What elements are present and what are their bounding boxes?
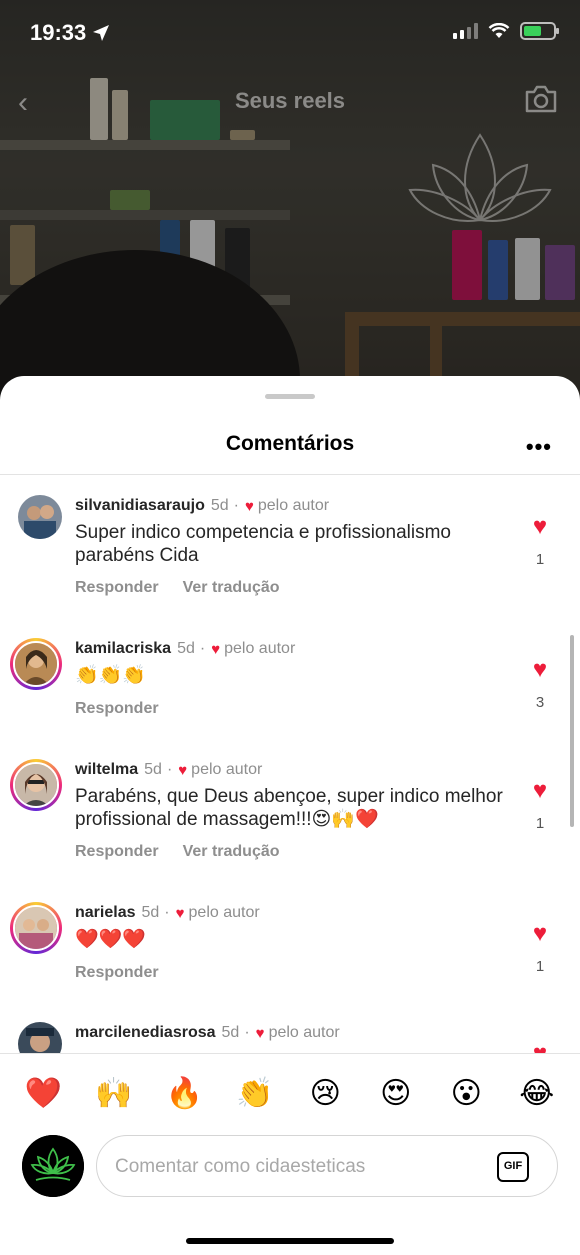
like-heart-icon[interactable]: ♥ [528, 922, 552, 946]
comment-time: 5d [210, 497, 229, 514]
lotus-watermark-icon [405, 120, 555, 265]
comments-list[interactable]: silvanidiasaraujo 5d · ♥ pelo autor Supe… [0, 475, 580, 1053]
author-liked-label: pelo autor [257, 497, 330, 514]
comment-text: ❤️❤️❤️ [75, 928, 146, 950]
meta-separator: · [199, 640, 206, 657]
author-heart-icon: ♥ [244, 497, 254, 515]
comment-time: 5d [221, 1024, 240, 1041]
like-control: ♥ 1 [528, 515, 552, 569]
scrollbar[interactable] [570, 635, 574, 827]
comment-username[interactable]: wiltelma [75, 761, 138, 779]
comment-composer: GIF [0, 1133, 580, 1223]
like-count: 1 [535, 815, 545, 832]
emoji-reaction-bar: ❤️ 🙌 🔥 👏 😢 😍 😮 😂 [0, 1053, 580, 1133]
like-control: ♥ [528, 1042, 552, 1054]
reel-title: Seus reels [234, 88, 346, 113]
comment-text: Super indico competencia e profissionali… [75, 522, 451, 566]
reply-button[interactable]: Responder [75, 964, 159, 982]
comment-username[interactable]: marcilenediasrosa [75, 1024, 216, 1042]
emoji-laughing-button[interactable]: 😂 [514, 1076, 560, 1111]
comment-actions: Responder [75, 964, 159, 982]
emoji-fire-button[interactable]: 🔥 [161, 1076, 207, 1111]
reply-button[interactable]: Responder [75, 843, 159, 861]
comments-sheet: Comentários ••• silvanidiasaraujo 5d · ♥… [0, 376, 580, 1255]
location-arrow-icon [93, 25, 110, 41]
avatar[interactable] [18, 1022, 62, 1053]
avatar[interactable] [18, 495, 62, 539]
status-time: 19:33 [30, 20, 110, 46]
author-heart-icon: ♥ [255, 1024, 265, 1042]
comment-meta: silvanidiasaraujo 5d · ♥ pelo autor [75, 497, 329, 515]
emoji-clap-button[interactable]: 👏 [232, 1076, 278, 1111]
comment-meta: marcilenediasrosa 5d · ♥ pelo autor [75, 1024, 340, 1042]
like-control: ♥ 1 [528, 922, 552, 976]
like-count: 1 [535, 551, 545, 568]
sheet-grabber[interactable] [265, 394, 315, 399]
author-liked-label: pelo autor [188, 904, 260, 921]
author-liked-label: pelo autor [268, 1024, 340, 1041]
reply-button[interactable]: Responder [75, 700, 159, 718]
emoji-raised-hands-button[interactable]: 🙌 [91, 1076, 137, 1111]
emoji-heart-button[interactable]: ❤️ [20, 1076, 66, 1111]
status-bar: 19:33 [0, 0, 580, 70]
wifi-icon [488, 23, 510, 38]
like-control: ♥ 1 [528, 779, 552, 833]
comment-time: 5d [141, 904, 160, 921]
comment-time: 5d [144, 761, 162, 778]
comment-actions: Responder [75, 700, 159, 718]
like-heart-icon[interactable]: ♥ [528, 658, 552, 682]
emoji-heart-eyes-button[interactable]: 😍 [373, 1076, 419, 1111]
like-heart-icon[interactable]: ♥ [528, 779, 552, 803]
like-count: 1 [535, 958, 545, 975]
like-heart-icon[interactable]: ♥ [528, 515, 552, 539]
more-options-button[interactable]: ••• [526, 434, 552, 460]
avatar[interactable] [10, 759, 62, 811]
camera-icon[interactable] [524, 84, 558, 119]
comment-meta: kamilacriska 5d · ♥ pelo autor [75, 640, 295, 658]
comment-username[interactable]: silvanidiasaraujo [75, 497, 205, 515]
comment-time: 5d [177, 640, 195, 657]
author-liked-label: pelo autor [224, 640, 296, 657]
reply-button[interactable]: Responder [75, 579, 159, 597]
comment-username[interactable]: narielas [75, 904, 135, 922]
comment-actions: Responder Ver tradução [75, 843, 280, 861]
avatar[interactable] [10, 902, 62, 954]
like-control: ♥ 3 [528, 658, 552, 712]
gif-button[interactable]: GIF [497, 1152, 529, 1182]
my-avatar [22, 1135, 84, 1197]
cellular-signal-icon [453, 23, 478, 39]
comment-actions: Responder Ver tradução [75, 579, 280, 597]
home-indicator [186, 1238, 394, 1244]
comment-meta: narielas 5d · ♥ pelo autor [75, 904, 260, 922]
comment-text: 👏👏👏 [75, 664, 146, 686]
battery-icon [520, 22, 559, 40]
comment-input-wrapper: GIF [96, 1135, 558, 1197]
comment-meta: wiltelma 5d · ♥ pelo autor [75, 761, 262, 779]
meta-separator: · [233, 497, 239, 514]
comment-username[interactable]: kamilacriska [75, 640, 171, 658]
meta-separator: · [164, 904, 170, 921]
author-heart-icon: ♥ [178, 761, 188, 779]
comment-input[interactable] [115, 1150, 485, 1184]
author-heart-icon: ♥ [211, 640, 221, 658]
like-count: 3 [535, 694, 545, 711]
sheet-title: Comentários [225, 432, 355, 455]
meta-separator: · [166, 761, 173, 778]
meta-separator: · [244, 1024, 250, 1041]
comment-text: Parabéns, que Deus abençoe, super indico… [75, 786, 503, 830]
avatar[interactable] [10, 638, 62, 690]
see-translation-button[interactable]: Ver tradução [183, 843, 280, 861]
like-heart-icon[interactable]: ♥ [528, 1042, 552, 1054]
clock-text: 19:33 [30, 20, 87, 45]
reel-header: ‹ Seus reels [0, 82, 580, 122]
emoji-surprised-button[interactable]: 😮 [443, 1076, 489, 1111]
emoji-crying-button[interactable]: 😢 [302, 1076, 348, 1111]
see-translation-button[interactable]: Ver tradução [183, 579, 280, 597]
author-liked-label: pelo autor [191, 761, 263, 778]
author-heart-icon: ♥ [175, 904, 185, 922]
